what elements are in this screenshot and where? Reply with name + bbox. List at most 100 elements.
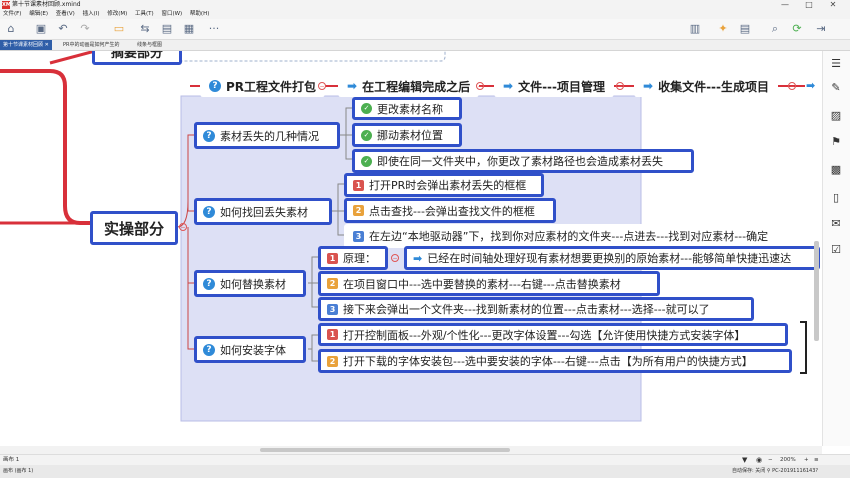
share-icon[interactable]: ⟳ [790, 22, 804, 36]
collapse-icon[interactable]: − [476, 82, 484, 90]
sheet-tab[interactable]: 画布 (画布 1) [3, 465, 33, 478]
image-icon[interactable]: ▨ [829, 109, 843, 123]
zoom-level[interactable]: 200% [780, 455, 796, 465]
topic-icon[interactable]: ▭ [112, 22, 126, 36]
collapse-icon[interactable]: − [616, 82, 624, 90]
close-button[interactable]: ✕ [824, 0, 842, 10]
mindmap-canvas[interactable]: 摘要部分 ? PR工程文件打包 − ➡ 在工程编辑完成之后 − ➡ 文件---项目管理… [0, 51, 820, 446]
tab-current[interactable]: 第十节课素材回顾 ✕ [0, 40, 52, 50]
summary-node[interactable]: 摘要部分 [92, 51, 182, 65]
check-icon: ✓ [361, 129, 372, 141]
question-icon: ? [209, 80, 221, 92]
priority-1-icon: 1 [327, 252, 338, 264]
topic-collect-files[interactable]: ➡ 收集文件---生成项目 [634, 75, 779, 97]
maximize-button[interactable]: □ [800, 0, 818, 10]
leaf-principle-text[interactable]: ➡ 已经在时间轴处理好现有素材想要更换别的原始素材---能够简单快捷迅速达 [404, 246, 820, 270]
menu-edit[interactable]: 编辑(E) [29, 11, 48, 17]
zoom-in-button[interactable]: + [804, 455, 809, 465]
leaf-control-panel[interactable]: 1 打开控制面板---外观/个性化---更改字体设置---勾选【允许使用快捷方式安… [318, 323, 788, 346]
topic-after-edit[interactable]: ➡ 在工程编辑完成之后 [338, 75, 480, 97]
boundary-icon[interactable]: ▤ [160, 22, 174, 36]
topic-pr-package[interactable]: ? PR工程文件打包 [200, 75, 326, 97]
tab-bar: 第十节课素材回顾 ✕ PR中的动画是如何产生的 线条与框图 [0, 40, 850, 51]
tab-close-icon[interactable]: ✕ [45, 42, 49, 48]
priority-1-icon: 1 [353, 179, 364, 191]
collapse-icon[interactable]: − [179, 223, 187, 231]
minimize-button[interactable]: — [776, 0, 794, 10]
sheet-label: 画布 1 [3, 457, 20, 463]
collapse-icon[interactable]: − [391, 254, 399, 262]
branch-missing-cases[interactable]: ? 素材丢失的几种情况 [194, 122, 340, 149]
menu-window[interactable]: 窗口(W) [161, 11, 182, 17]
outline-icon[interactable]: ▤ [738, 22, 752, 36]
root-topic[interactable]: 实操部分 [90, 211, 178, 245]
eye-icon[interactable]: ◉ [756, 455, 762, 465]
priority-3-icon: 3 [327, 303, 338, 315]
redo-icon[interactable]: ↷ [78, 22, 92, 36]
format-icon[interactable]: ☰ [829, 57, 843, 71]
export-icon[interactable]: ⇥ [814, 22, 828, 36]
priority-2-icon: 2 [327, 278, 338, 289]
branch-fonts[interactable]: ? 如何安装字体 [194, 336, 306, 363]
leaf-choose-new[interactable]: 3 接下来会弹出一个文件夹---找到新素材的位置---点击素材---选择---就可… [318, 297, 754, 321]
leaf-move[interactable]: ✓ 挪动素材位置 [352, 123, 462, 147]
clipart-icon[interactable]: ▩ [829, 163, 843, 177]
branch-recover[interactable]: ? 如何找回丢失素材 [194, 198, 332, 225]
leaf-principle[interactable]: 1 原理： [318, 246, 388, 270]
task-icon[interactable]: ☑ [829, 243, 843, 257]
leaf-path-change[interactable]: ✓ 即使在同一文件夹中，你更改了素材路径也会造成素材丢失 [352, 149, 694, 173]
summary-bracket [800, 321, 807, 374]
branch-replace[interactable]: ? 如何替换素材 [194, 270, 306, 297]
presentation-icon[interactable]: ▥ [688, 22, 702, 36]
priority-1-icon: 1 [327, 329, 338, 340]
flag-icon[interactable]: ⚑ [829, 135, 843, 149]
menu-file[interactable]: 文件(F) [3, 11, 21, 17]
collapse-icon[interactable]: − [788, 82, 796, 90]
more-button[interactable]: ··· [206, 22, 222, 36]
save-icon[interactable]: ▣ [34, 22, 48, 36]
collapse-icon[interactable]: − [318, 82, 326, 90]
arrow-icon: ➡ [806, 79, 816, 92]
check-icon: ✓ [361, 155, 372, 167]
fit-icon[interactable]: ≡ [814, 455, 819, 465]
idea-icon[interactable]: ✦ [716, 22, 730, 36]
autosave-status: 自动保存: 关闭 ⚲ PC-20191116143? [732, 468, 819, 474]
question-icon: ? [203, 205, 215, 218]
tab-lines[interactable]: 线条与框图 [134, 40, 165, 50]
question-icon: ? [203, 129, 215, 142]
leaf-locate[interactable]: 3 在左边“本地驱动器”下，找到你对应素材的文件夹---点进去---找到对应素材-… [344, 224, 814, 248]
status-bar: 画布 1 ▼ ◉ − 200% + ≡ [0, 454, 850, 465]
menu-tools[interactable]: 工具(T) [135, 11, 154, 17]
leaf-find[interactable]: 2 点击查找---会弹出查找文件的框框 [344, 198, 556, 223]
arrow-icon: ➡ [413, 251, 423, 265]
arrow-icon: ➡ [503, 79, 514, 93]
tab-pr-animation[interactable]: PR中的动画是如何产生的 [60, 40, 123, 50]
menu-view[interactable]: 查看(V) [56, 11, 75, 17]
leaf-replace-step[interactable]: 2 在项目窗口中---选中要替换的素材---右键---点击替换素材 [318, 271, 660, 296]
relationship-icon[interactable]: ⇆ [138, 22, 152, 36]
priority-2-icon: 2 [353, 205, 364, 216]
priority-2-icon: 2 [327, 355, 338, 367]
filter-icon[interactable]: ▼ [742, 455, 747, 465]
menu-help[interactable]: 帮助(H) [190, 11, 209, 17]
check-icon: ✓ [361, 103, 372, 114]
undo-icon[interactable]: ↶ [56, 22, 70, 36]
horizontal-scroll-thumb[interactable] [260, 448, 510, 452]
priority-3-icon: 3 [353, 230, 364, 242]
brush-icon[interactable]: ✎ [829, 81, 843, 95]
menu-insert[interactable]: 插入(I) [83, 11, 100, 17]
leaf-popup[interactable]: 1 打开PR时会弹出素材丢失的框框 [344, 173, 544, 197]
leaf-rename[interactable]: ✓ 更改素材名称 [352, 97, 462, 120]
vertical-scrollbar[interactable] [814, 241, 819, 341]
root-branch-line-top [49, 51, 96, 65]
note-icon[interactable]: ▯ [829, 191, 843, 205]
root-branch-line [0, 69, 90, 225]
home-icon[interactable]: ⌂ [4, 22, 18, 36]
zoom-out-button[interactable]: − [768, 455, 773, 465]
search-icon[interactable]: ⌕ [768, 22, 782, 36]
summary-icon[interactable]: ▦ [182, 22, 196, 36]
menu-modify[interactable]: 修改(M) [107, 11, 127, 17]
topic-project-manage[interactable]: ➡ 文件---项目管理 [494, 75, 615, 97]
comment-icon[interactable]: ✉ [829, 217, 843, 231]
leaf-font-package[interactable]: 2 打开下载的字体安装包---选中要安装的字体---右键---点击【为所有用户的快… [318, 349, 792, 373]
